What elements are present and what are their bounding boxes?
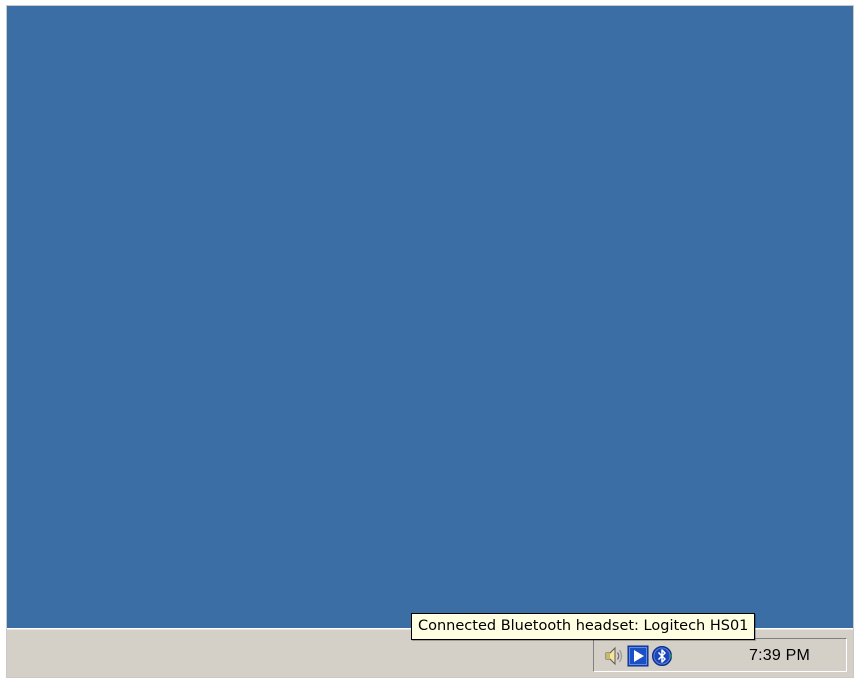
desktop[interactable] (7, 6, 853, 628)
system-tray: 7:39 PM (593, 638, 847, 672)
media-play-icon[interactable] (627, 645, 649, 667)
bluetooth-tooltip: Connected Bluetooth headset: Logitech HS… (411, 613, 756, 640)
screen: 7:39 PM Connected Bluetooth headset: Log… (7, 6, 853, 677)
speaker-volume-icon[interactable] (603, 645, 623, 666)
taskbar-clock[interactable]: 7:39 PM (749, 647, 810, 665)
bluetooth-icon[interactable] (651, 645, 672, 666)
